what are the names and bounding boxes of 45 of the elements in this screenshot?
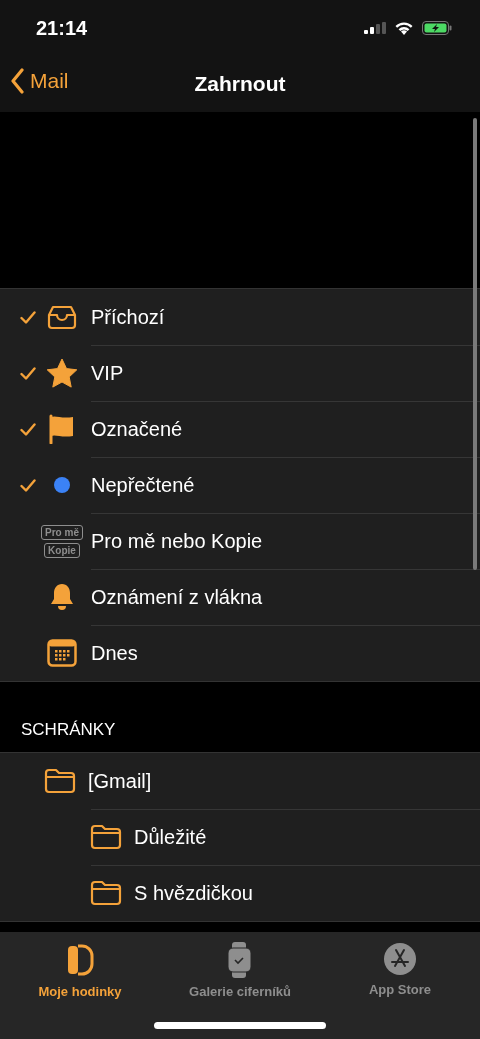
tab-button[interactable]: Moje hodinky	[0, 942, 160, 999]
wifi-icon	[394, 21, 414, 35]
filter-label: Označené	[91, 417, 183, 441]
tray-icon	[46, 304, 78, 330]
tag-label: Pro mě	[41, 524, 83, 540]
watch-face-icon	[227, 942, 253, 978]
signal-icon	[364, 22, 386, 34]
filter-row[interactable]: Označené	[0, 401, 480, 457]
section-header: SCHRÁNKY	[21, 720, 116, 740]
watch-icon	[65, 942, 95, 978]
filter-label: Nepřečtené	[91, 473, 195, 497]
app-store-icon	[383, 942, 417, 976]
filter-row[interactable]: Pro mě Kopie Pro mě nebo Kopie	[0, 513, 480, 569]
folder-icon	[90, 824, 122, 850]
tag-label: Kopie	[44, 542, 80, 558]
dot-icon	[53, 476, 71, 494]
tab-button[interactable]: Galerie ciferníků	[160, 942, 320, 999]
mailbox-label: S hvězdičkou	[134, 881, 253, 905]
calendar-icon	[47, 639, 77, 667]
mailbox-row[interactable]: Důležité	[0, 809, 480, 865]
filter-row[interactable]: Příchozí	[0, 289, 480, 345]
bell-icon	[48, 582, 76, 612]
back-chevron-icon	[10, 68, 24, 94]
filter-label: Oznámení z vlákna	[91, 585, 263, 609]
filter-row[interactable]: VIP	[0, 345, 480, 401]
status-time: 21:14	[36, 16, 88, 40]
filter-row[interactable]: Nepřečtené	[0, 457, 480, 513]
back-button[interactable]: Mail	[10, 68, 69, 94]
filter-label: Pro mě nebo Kopie	[91, 529, 263, 553]
filter-row[interactable]: Oznámení z vlákna	[0, 569, 480, 625]
nav-title: Zahrnout	[194, 72, 286, 96]
filter-label: Příchozí	[91, 305, 165, 329]
folder-icon	[90, 880, 122, 906]
filter-row[interactable]: Dnes	[0, 625, 480, 681]
mailbox-label: Důležité	[134, 825, 207, 849]
battery-icon	[422, 21, 452, 35]
mailbox-row[interactable]: S hvězdičkou	[0, 865, 480, 921]
mailbox-row[interactable]: [Gmail]	[0, 753, 480, 809]
filter-label: VIP	[91, 361, 124, 385]
filter-label: Dnes	[91, 641, 138, 665]
flag-icon	[48, 414, 76, 444]
star-icon	[46, 358, 78, 388]
folder-icon	[44, 768, 76, 794]
mailbox-label: [Gmail]	[88, 769, 152, 793]
tab-button[interactable]: App Store	[320, 942, 480, 997]
